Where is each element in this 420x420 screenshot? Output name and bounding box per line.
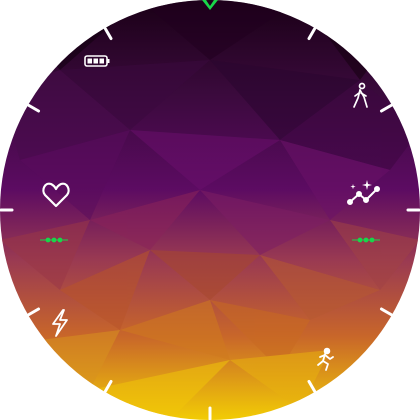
dots-indicator-dot	[57, 237, 63, 243]
battery-segment	[93, 58, 98, 64]
dots-indicator-dot	[369, 237, 375, 243]
dots-indicator-dot	[51, 237, 57, 243]
dots-indicator-dot	[357, 237, 363, 243]
dots-indicator-dot	[363, 237, 369, 243]
face-background	[0, 0, 420, 420]
battery-segment	[99, 58, 104, 64]
watch-face	[0, 0, 420, 420]
battery-segment	[87, 58, 92, 64]
dots-indicator-dot	[45, 237, 51, 243]
